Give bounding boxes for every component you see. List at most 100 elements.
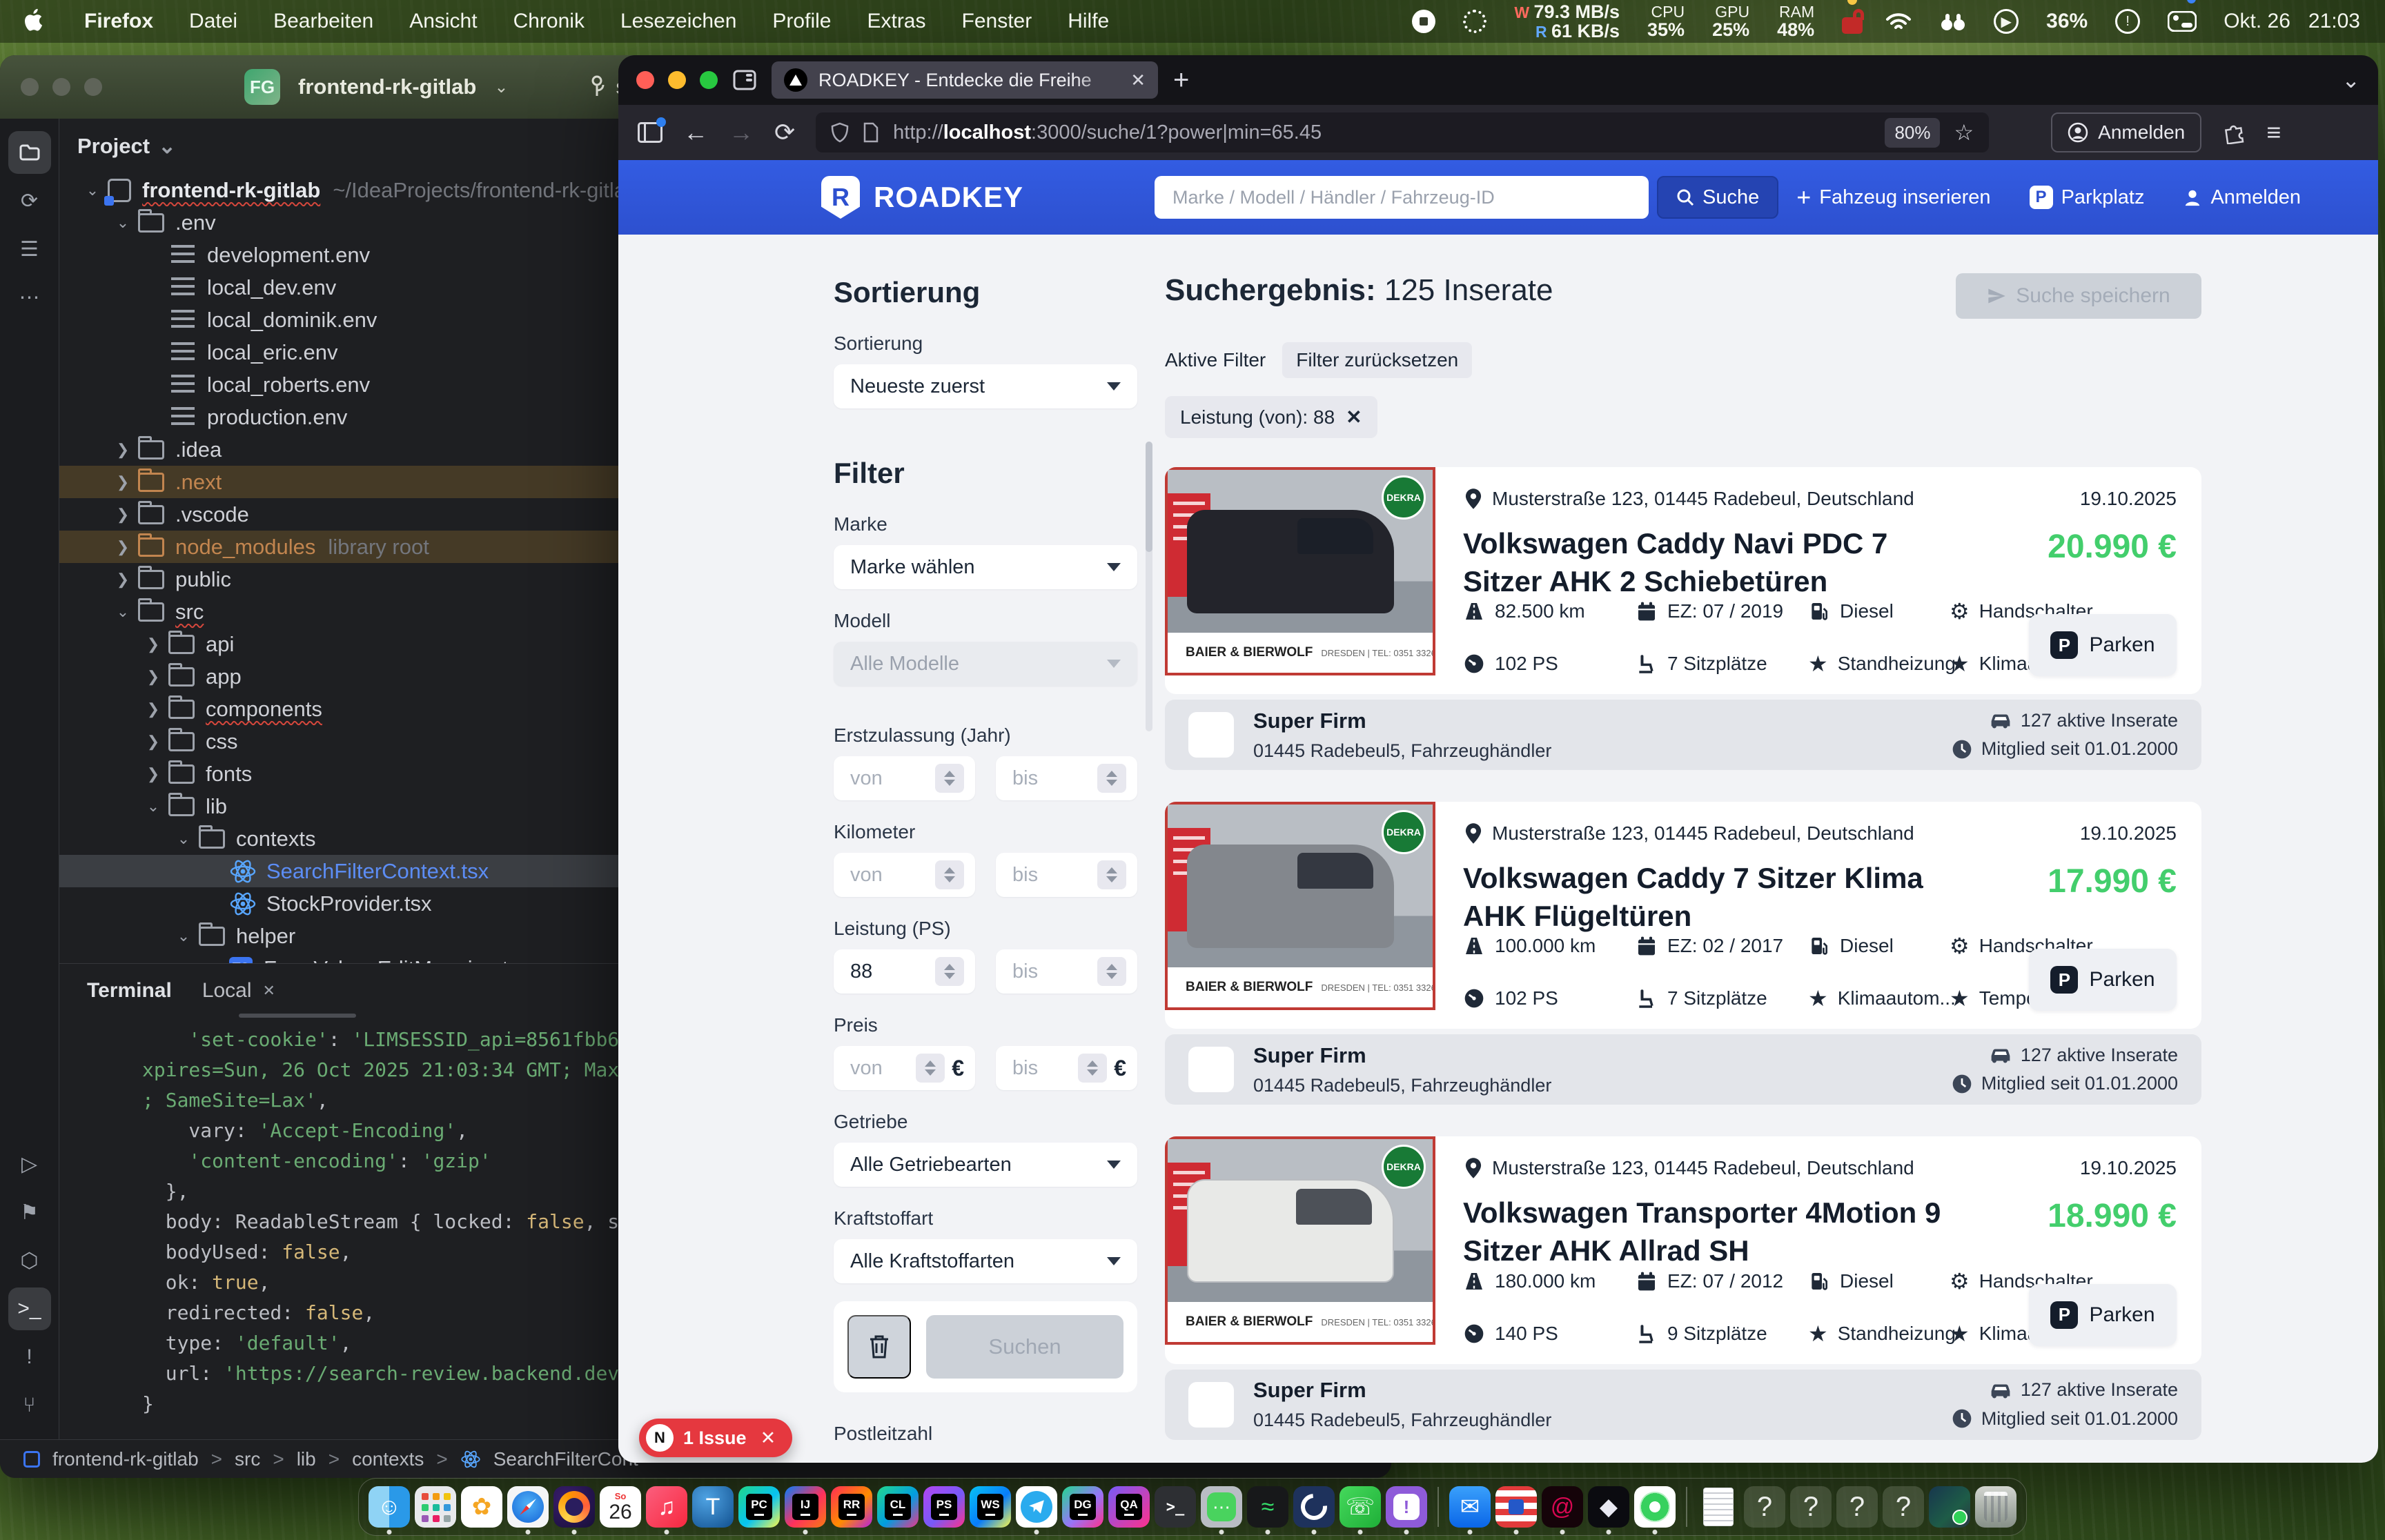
dock-item-missing-app-4[interactable]: ?: [1883, 1486, 1924, 1528]
ide-project-name[interactable]: frontend-rk-gitlab: [298, 75, 476, 99]
vehicle-title[interactable]: Volkswagen Caddy Navi PDC 7 Sitzer AHK 2…: [1463, 525, 1974, 600]
firefox-signin-button[interactable]: Anmelden: [2051, 112, 2201, 152]
project-tool-icon[interactable]: [8, 131, 51, 174]
dock-item-activity-monitor[interactable]: ≈: [1247, 1486, 1288, 1528]
sidebar-toggle-icon[interactable]: [638, 122, 662, 143]
breadcrumb-item[interactable]: src: [235, 1448, 260, 1470]
dock-item-missing-app-3[interactable]: ?: [1836, 1486, 1878, 1528]
vehicle-card[interactable]: DEKRABAIER & BIERWOLFDRESDEN | TEL: 0351…: [1165, 1136, 2201, 1363]
vehicle-card[interactable]: DEKRABAIER & BIERWOLFDRESDEN | TEL: 0351…: [1165, 802, 2201, 1029]
dock-item-firefox[interactable]: [553, 1486, 595, 1528]
marke-select[interactable]: Marke wählen: [834, 545, 1137, 589]
vehicle-card[interactable]: DEKRABAIER & BIERWOLFDRESDEN | TEL: 0351…: [1165, 467, 2201, 694]
commit-tool-icon[interactable]: ⟳: [8, 179, 51, 222]
dealer-row[interactable]: Super Firm01445 Radebeul5, Fahrzeughändl…: [1165, 1370, 2201, 1440]
browser-tab-active[interactable]: ROADKEY - Entdecke die Freihe ✕: [772, 61, 1158, 99]
kilometer-von-input[interactable]: [834, 853, 975, 897]
dock-item-webstorm[interactable]: WS: [970, 1486, 1011, 1528]
dock-item-aqua[interactable]: QA: [1108, 1486, 1150, 1528]
forward-button[interactable]: →: [729, 118, 754, 147]
binoculars-icon[interactable]: [1940, 11, 1966, 32]
dock-item-whatsapp[interactable]: ☏: [1339, 1486, 1381, 1528]
apple-menu-icon[interactable]: [25, 8, 48, 35]
url-bar[interactable]: http://localhost:3000/suche/1?power|min=…: [816, 112, 1989, 152]
kilometer-bis-input[interactable]: [996, 853, 1137, 897]
dock-item-pycharm[interactable]: PC: [738, 1486, 780, 1528]
dock-item-launchpad[interactable]: [415, 1486, 456, 1528]
menu-chronik[interactable]: Chronik: [513, 10, 585, 33]
sort-select[interactable]: Neueste zuerst: [834, 364, 1137, 408]
control-center-icon[interactable]: [2168, 11, 2196, 32]
bookmark-star-icon[interactable]: ☆: [1954, 119, 1974, 146]
more-tools-icon[interactable]: ⋯: [8, 276, 51, 319]
stepper-icon[interactable]: [935, 860, 964, 889]
url-text[interactable]: http://localhost:3000/suche/1?power|min=…: [893, 121, 1322, 144]
menu-fenster[interactable]: Fenster: [962, 10, 1032, 33]
dock-item-calendar[interactable]: So26: [600, 1486, 641, 1528]
dock-item-map-window[interactable]: [1929, 1486, 1970, 1528]
roadkey-logo[interactable]: R ROADKEY: [821, 176, 1023, 219]
vehicle-photo[interactable]: DEKRABAIER & BIERWOLFDRESDEN | TEL: 0351…: [1165, 467, 1435, 675]
git-tool-icon[interactable]: ⑂: [8, 1384, 51, 1427]
close-icon[interactable]: ✕: [263, 982, 275, 1000]
todo-tool-icon[interactable]: ⚑: [8, 1191, 51, 1234]
site-search-input[interactable]: [1155, 176, 1649, 219]
terminal-tool-icon[interactable]: >_: [8, 1287, 51, 1330]
dock-item-datagrip[interactable]: DG: [1062, 1486, 1103, 1528]
breadcrumb-item[interactable]: SearchFilterCont: [493, 1448, 638, 1470]
terminal-panel-title[interactable]: Terminal: [87, 979, 172, 1003]
menu-hilfe[interactable]: Hilfe: [1068, 10, 1109, 33]
tabs-chevron-icon[interactable]: ⌄: [2342, 67, 2360, 93]
erstzulassung-von-input[interactable]: [834, 756, 975, 800]
site-search-button[interactable]: Suche: [1657, 176, 1778, 219]
zoom-level-badge[interactable]: 80%: [1885, 118, 1940, 148]
issues-badge[interactable]: N 1 Issue ✕: [639, 1419, 792, 1457]
menu-firefox[interactable]: Firefox: [84, 10, 153, 33]
kraftstoff-select[interactable]: Alle Kraftstoffarten: [834, 1239, 1137, 1283]
cpu-stat[interactable]: CPU35%: [1647, 3, 1685, 39]
save-search-button[interactable]: Suche speichern: [1956, 273, 2201, 319]
dock-item-music[interactable]: ♫: [646, 1486, 687, 1528]
services-tool-icon[interactable]: ⬡: [8, 1239, 51, 1282]
nav-insert-vehicle[interactable]: +Fahzeug inserieren: [1796, 183, 1990, 212]
dealer-row[interactable]: Super Firm01445 Radebeul5, Fahrzeughändl…: [1165, 1034, 2201, 1105]
sidebar-scrollbar[interactable]: [1146, 442, 1152, 731]
password-lock-icon[interactable]: [1842, 9, 1857, 34]
preis-von-input[interactable]: €: [834, 1046, 975, 1090]
menu-profile[interactable]: Profile: [772, 10, 831, 33]
breadcrumb-item[interactable]: lib: [297, 1448, 316, 1470]
sidebar-panel-icon[interactable]: [733, 70, 756, 90]
network-speed[interactable]: W 79.3 MB/s R 61 KB/s: [1514, 2, 1620, 41]
terminal-tab-local[interactable]: Local ✕: [202, 979, 275, 1003]
leistung-von-input[interactable]: [834, 949, 975, 994]
menu-clock[interactable]: Okt. 2621:03: [2224, 10, 2360, 33]
dock-item-alert-app[interactable]: !: [1386, 1486, 1427, 1528]
breadcrumb-item[interactable]: frontend-rk-gitlab: [52, 1448, 199, 1470]
menu-lesezeichen[interactable]: Lesezeichen: [620, 10, 736, 33]
getriebe-select[interactable]: Alle Getriebearten: [834, 1143, 1137, 1187]
stepper-icon[interactable]: [1078, 1054, 1107, 1083]
dock-item-find-my[interactable]: [1634, 1486, 1676, 1528]
dock-item-document[interactable]: [1698, 1486, 1739, 1528]
reload-button[interactable]: ⟳: [774, 118, 795, 147]
dock-item-obsidian[interactable]: ◆: [1588, 1486, 1629, 1528]
dock-item-terminal-app[interactable]: >_: [1155, 1486, 1196, 1528]
reset-filters-chip[interactable]: Filter zurücksetzen: [1282, 342, 1472, 378]
play-circle-icon[interactable]: ▶: [1994, 9, 2019, 34]
breadcrumb-item[interactable]: contexts: [352, 1448, 424, 1470]
parken-button[interactable]: PParken: [2029, 949, 2177, 1011]
menu-bearbeiten[interactable]: Bearbeiten: [273, 10, 373, 33]
problems-tool-icon[interactable]: !: [8, 1336, 51, 1379]
nav-anmelden[interactable]: Anmelden: [2183, 186, 2301, 209]
dock-item-missing-app-1[interactable]: ?: [1744, 1486, 1785, 1528]
menu-datei[interactable]: Datei: [189, 10, 237, 33]
stop-recording-icon[interactable]: [1412, 10, 1435, 33]
menu-hamburger-icon[interactable]: ≡: [2266, 118, 2281, 147]
vehicle-photo[interactable]: DEKRABAIER & BIERWOLFDRESDEN | TEL: 0351…: [1165, 1136, 1435, 1345]
parken-button[interactable]: PParken: [2029, 1284, 2177, 1346]
dealer-row[interactable]: Super Firm01445 Radebeul5, Fahrzeughändl…: [1165, 700, 2201, 770]
menu-ansicht[interactable]: Ansicht: [409, 10, 477, 33]
run-tool-icon[interactable]: ▷: [8, 1143, 51, 1185]
close-tab-icon[interactable]: ✕: [1130, 70, 1146, 91]
dock-item-messages[interactable]: ⋯: [1201, 1486, 1242, 1528]
